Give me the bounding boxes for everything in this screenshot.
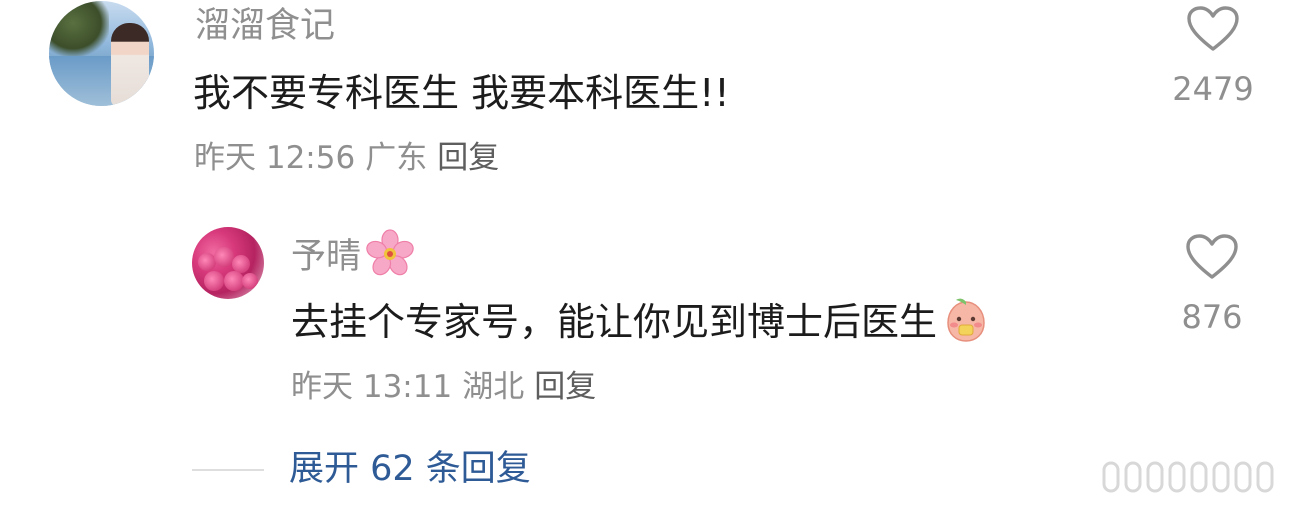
like-button[interactable]: 2479 xyxy=(1153,5,1273,105)
reply-like-count: 876 xyxy=(1181,298,1243,336)
avatar-person xyxy=(111,23,149,106)
reply-avatar[interactable] xyxy=(192,227,264,299)
reply-like-button[interactable]: 876 xyxy=(1152,233,1272,333)
rose xyxy=(214,247,234,267)
avatar-tree xyxy=(49,1,109,56)
reply-time: 昨天 13:11 xyxy=(291,369,453,405)
reply-text-content: 去挂个专家号，能让你见到博士后医生 xyxy=(291,300,938,344)
heart-icon xyxy=(1186,234,1238,279)
reply-reply-button[interactable]: 回复 xyxy=(534,369,596,405)
avatar[interactable] xyxy=(49,1,154,106)
comment-time: 昨天 12:56 xyxy=(194,140,356,176)
cherry-blossom-icon xyxy=(366,229,414,276)
expand-replies-button[interactable]: 展开 62 条回复 xyxy=(289,452,531,487)
like-count: 2479 xyxy=(1172,70,1254,108)
heart-icon xyxy=(1187,6,1239,51)
reply-username[interactable]: 予晴 xyxy=(291,229,415,279)
comment-location: 广东 xyxy=(365,140,428,176)
rose xyxy=(224,271,244,291)
watermark-icon xyxy=(1102,461,1274,493)
peach-face-emoji xyxy=(947,298,985,342)
comment-thread: 溜溜食记 我不要专科医生 我要本科医生!! 昨天 12:56 广东 回复 2479 … xyxy=(0,0,1290,507)
rose xyxy=(204,271,224,291)
rose xyxy=(242,273,258,289)
divider xyxy=(192,469,264,471)
comment-meta: 昨天 12:56 广东 回复 xyxy=(194,143,509,174)
reply-meta: 昨天 13:11 湖北 回复 xyxy=(291,372,606,403)
username[interactable]: 溜溜食记 xyxy=(195,9,335,44)
reply-location: 湖北 xyxy=(462,369,525,405)
comment-text: 我不要专科医生 我要本科医生!! xyxy=(193,71,730,115)
reply-text: 去挂个专家号，能让你见到博士后医生 xyxy=(291,298,991,345)
reply-username-text: 予晴 xyxy=(291,237,362,277)
reply-button[interactable]: 回复 xyxy=(437,140,499,176)
